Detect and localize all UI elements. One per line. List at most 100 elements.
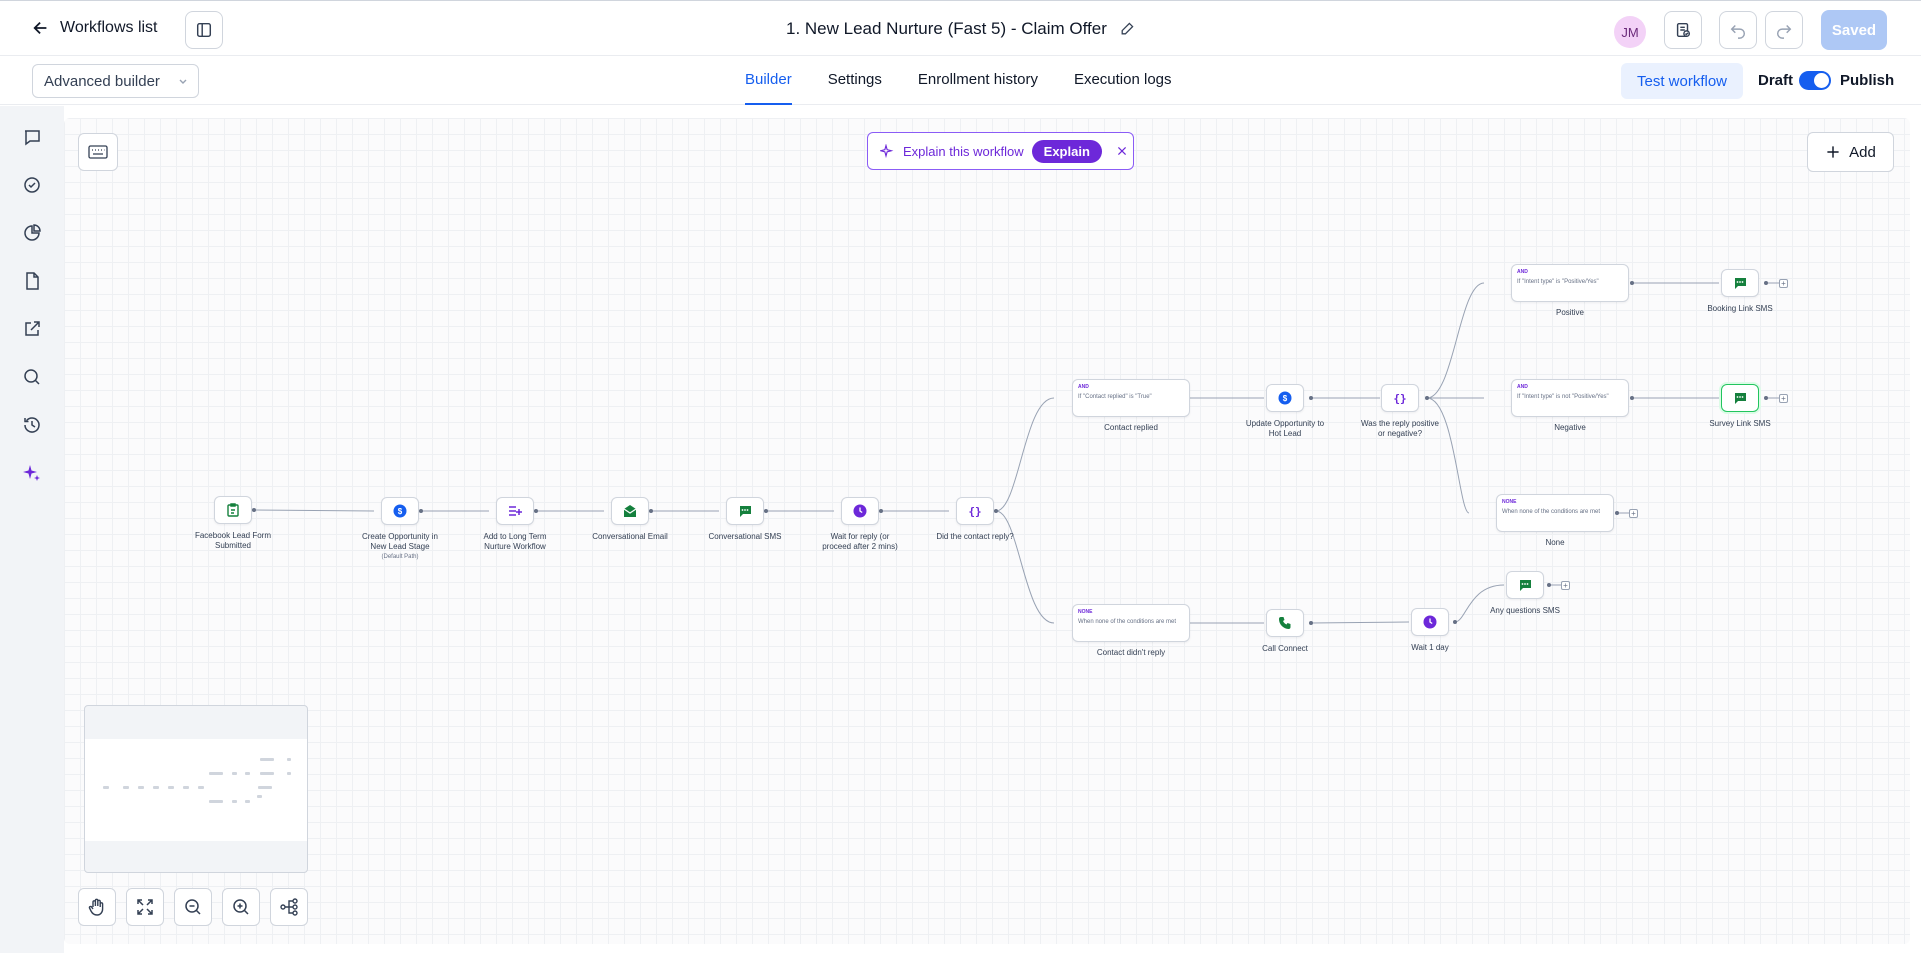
sms-icon [1734,393,1746,404]
clipboard-check-button[interactable] [1664,11,1702,49]
did-contact-reply-node[interactable]: {} [956,497,994,525]
back-to-workflows-link[interactable]: Workflows list [32,19,158,37]
toggle-sidebar-button[interactable] [185,11,223,49]
wait-for-reply-node[interactable] [841,497,879,525]
minimap-node [258,786,272,789]
minimap-node [168,786,174,789]
tab-execution-logs[interactable]: Execution logs [1074,57,1172,105]
minimap-node [198,786,204,789]
check-circle-icon[interactable] [20,173,44,197]
minimap-node [260,758,274,761]
zoom-out-button[interactable] [174,888,212,926]
update-opportunity-node[interactable]: $ [1266,384,1304,412]
minimap-node [209,800,223,803]
ai-sparkle-icon[interactable] [20,461,44,485]
conversational-sms-node[interactable] [726,497,764,525]
document-icon[interactable] [20,269,44,293]
positive-condition[interactable]: AND If "Intent type" is "Positive/Yes" [1511,264,1629,302]
add-to-workflow-node[interactable] [496,497,534,525]
tab-builder[interactable]: Builder [745,57,792,105]
any-questions-sms-node[interactable] [1506,571,1544,599]
trigger-label: Facebook Lead Form Submitted [194,531,272,550]
sms-icon [1519,580,1531,591]
auto-layout-button[interactable] [270,888,308,926]
workflow-title-text: 1. New Lead Nurture (Fast 5) - Claim Off… [786,19,1107,38]
zoom-in-icon [233,899,249,915]
sms-icon [739,506,751,517]
avatar[interactable]: JM [1614,16,1646,48]
minimap-node [103,786,109,789]
did-contact-reply-label: Did the contact reply? [936,532,1014,541]
chevron-down-icon [179,79,187,84]
builder-toolbar: Advanced builder Builder Settings Enroll… [0,57,1921,105]
reply-positive-negative-node[interactable]: {} [1381,384,1419,412]
conversational-email-node[interactable] [611,497,649,525]
none-condition[interactable]: NONE When none of the conditions are met [1496,494,1614,532]
external-link-icon[interactable] [20,317,44,341]
svg-text:{}: {} [968,505,981,518]
minimap[interactable] [84,705,308,873]
clipboard-icon [227,503,239,517]
add-step-plus-icon[interactable]: + [1629,509,1638,518]
pan-hand-button[interactable] [78,888,116,926]
contact-replied-label: Contact replied [1104,423,1158,432]
history-icon[interactable] [20,413,44,437]
contact-replied-condition[interactable]: AND If "Contact replied" is "True" [1072,379,1190,417]
minimap-node [153,786,159,789]
contact-didnt-reply-condition[interactable]: NONE When none of the conditions are met [1072,604,1190,642]
undo-button[interactable] [1719,11,1757,49]
clock-icon [1423,615,1437,629]
create-opportunity-label: Create Opportunity in New Lead Stage (De… [359,532,441,562]
publish-toggle[interactable] [1799,71,1831,90]
tab-settings[interactable]: Settings [828,57,882,105]
trigger-node[interactable] [214,496,252,524]
builder-mode-select[interactable]: Advanced builder [32,64,199,98]
builder-mode-value: Advanced builder [44,72,160,90]
workflow-title[interactable]: 1. New Lead Nurture (Fast 5) - Claim Off… [786,19,1135,39]
reply-positive-negative-label: Was the reply positive or negative? [1361,419,1439,438]
booking-link-sms-node[interactable] [1721,269,1759,297]
negative-label: Negative [1554,423,1586,432]
negative-condition[interactable]: AND If "Intent type" is not "Positive/Ye… [1511,379,1629,417]
dollar-icon: $ [1278,391,1292,405]
pencil-icon[interactable] [1119,21,1135,37]
condition-tag: AND [1517,384,1528,390]
survey-link-sms-node[interactable] [1721,384,1759,412]
publish-label: Publish [1840,72,1895,89]
condition-text: If "Contact replied" is "True" [1078,394,1152,400]
condition-text: When none of the conditions are met [1078,619,1177,625]
clock-icon [853,504,867,518]
condition-tag: NONE [1502,499,1517,505]
email-icon [623,505,637,517]
redo-button[interactable] [1765,11,1803,49]
zoom-in-button[interactable] [222,888,260,926]
pie-chart-icon[interactable] [20,221,44,245]
list-add-icon [509,506,522,516]
tab-enrollment-history[interactable]: Enrollment history [918,57,1038,105]
minimap-node [245,772,250,775]
call-connect-node[interactable] [1266,609,1304,637]
add-step-plus-icon[interactable]: + [1779,279,1788,288]
minimap-node [138,786,144,789]
sms-icon [1734,278,1746,289]
workflow-canvas[interactable]: Explain this workflow Explain Add Facebo… [64,118,1910,944]
add-step-plus-icon[interactable]: + [1561,581,1570,590]
add-step-plus-icon[interactable]: + [1779,394,1788,403]
search-icon[interactable] [20,365,44,389]
saved-button[interactable]: Saved [1821,10,1887,50]
test-workflow-button[interactable]: Test workflow [1621,63,1743,99]
minimap-node [287,758,291,761]
call-connect-label: Call Connect [1262,644,1308,653]
svg-text:$: $ [1283,394,1288,403]
minimap-node [232,800,237,803]
minimap-node [232,772,237,775]
wait-1-day-node[interactable] [1411,608,1449,636]
create-opportunity-node[interactable]: $ [381,497,419,525]
draft-label: Draft [1758,72,1794,89]
undo-icon [1730,24,1746,39]
chat-icon[interactable] [20,125,44,149]
fit-view-button[interactable] [126,888,164,926]
hand-icon [88,898,104,916]
condition-tag: AND [1517,269,1528,275]
add-to-workflow-label: Add to Long Term Nurture Workflow [483,532,547,551]
